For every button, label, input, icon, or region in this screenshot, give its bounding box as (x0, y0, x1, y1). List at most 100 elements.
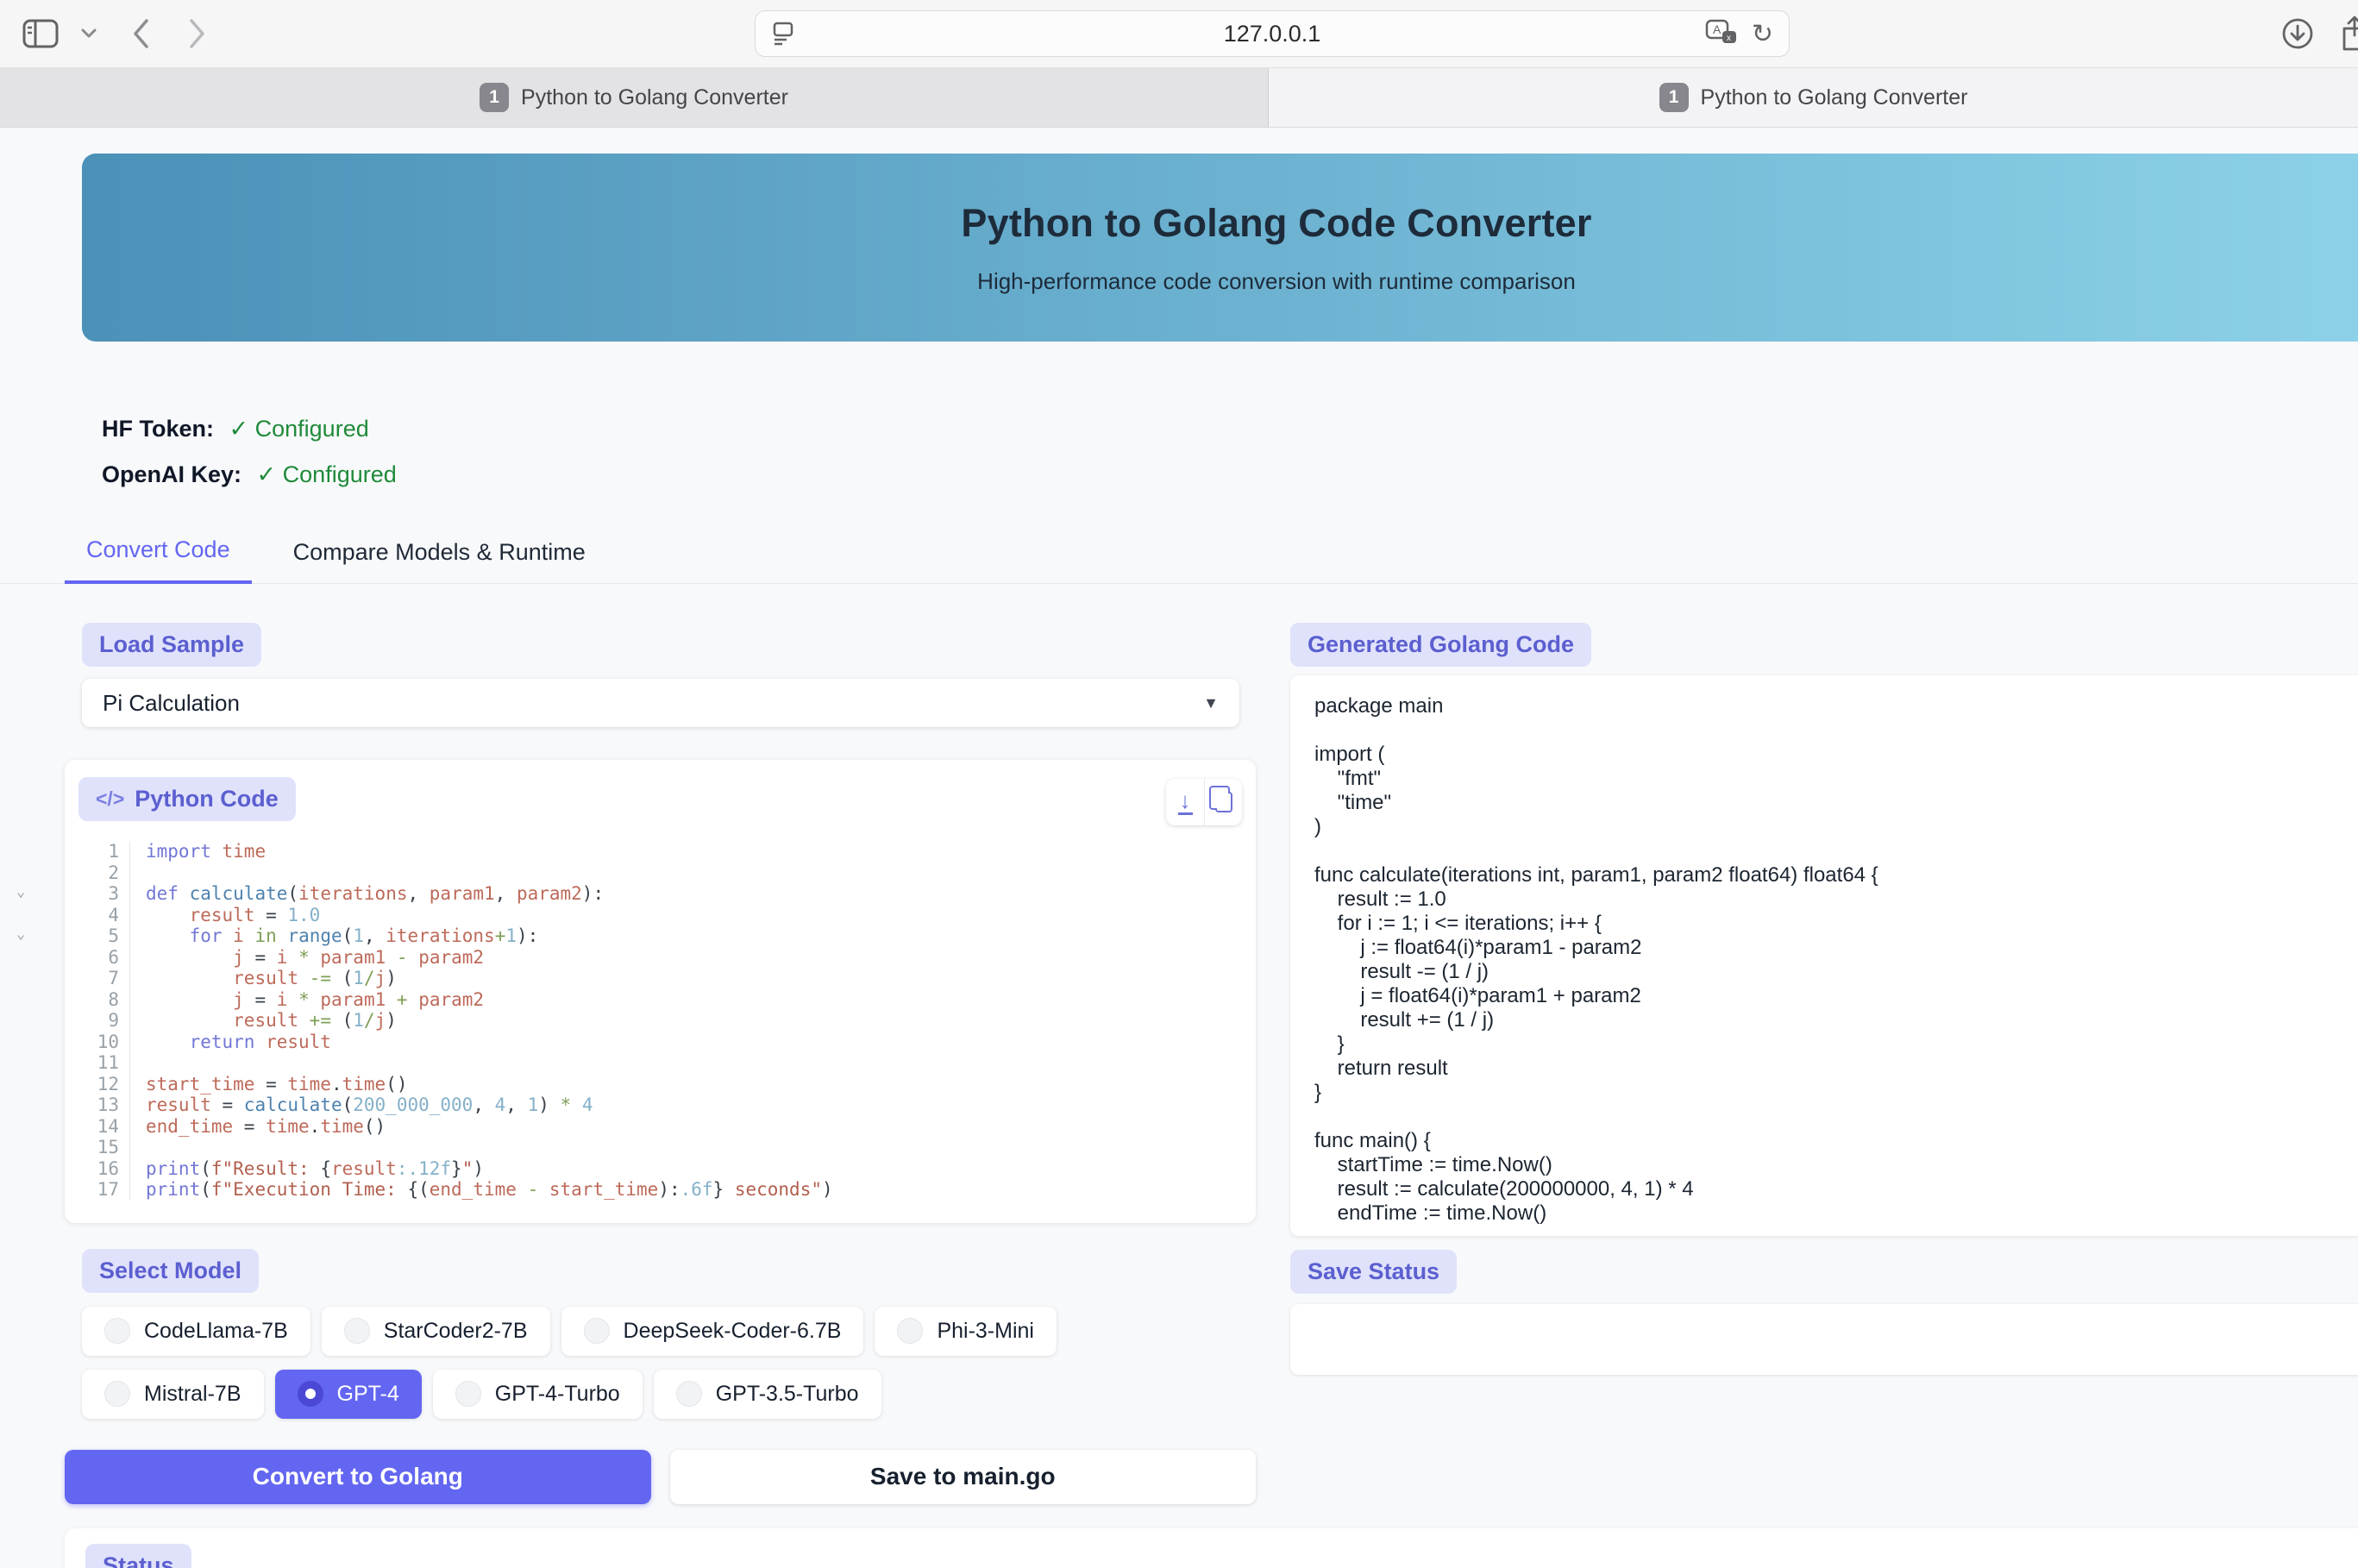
url-text: 127.0.0.1 (756, 21, 1789, 47)
tab-compare-models[interactable]: Compare Models & Runtime (272, 539, 607, 583)
tab-title: Python to Golang Converter (521, 85, 788, 110)
select-model-label: Select Model (82, 1249, 259, 1293)
line-number: 10 (97, 1032, 119, 1052)
line-number: 12 (97, 1074, 119, 1094)
radio-icon (344, 1318, 370, 1344)
sidebar-icon[interactable] (22, 19, 59, 48)
model-option-gpt-4-turbo[interactable]: GPT-4-Turbo (433, 1370, 643, 1419)
forward-icon[interactable] (188, 18, 207, 49)
line-number: 2 (108, 862, 119, 883)
code-line: start_time = time.time() (146, 1074, 833, 1095)
line-number: 17 (97, 1179, 119, 1200)
reload-icon[interactable]: ↻ (1752, 19, 1773, 49)
tab-convert-code[interactable]: Convert Code (65, 536, 252, 584)
sample-select[interactable]: Pi Calculation ▼ (82, 679, 1239, 727)
browser-tab-bar: 1 Python to Golang Converter 1 Python to… (0, 67, 2358, 128)
code-line: def calculate(iterations, param1, param2… (146, 883, 833, 905)
editor-gutter: 12⌄34⌄567891011121314151617 (65, 841, 130, 1201)
openai-key-row: OpenAI Key: ✓ Configured (102, 461, 2358, 488)
tab-count-badge: 1 (480, 83, 509, 112)
model-option-label: GPT-4 (337, 1382, 399, 1407)
line-number: 11 (97, 1052, 119, 1073)
code-icon: </> (96, 787, 124, 811)
model-option-label: DeepSeek-Coder-6.7B (624, 1319, 842, 1344)
model-option-mistral-7b[interactable]: Mistral-7B (82, 1370, 264, 1419)
save-main-go-button[interactable]: Save to main.go (670, 1450, 1257, 1504)
model-option-gpt-4[interactable]: GPT-4 (275, 1370, 422, 1419)
code-line: j = i * param1 + param2 (146, 989, 833, 1011)
radio-icon (897, 1318, 923, 1344)
python-code-label: </> Python Code (78, 777, 296, 821)
page-subtitle: High-performance code conversion with ru… (977, 268, 1576, 295)
code-line: end_time = time.time() (146, 1116, 833, 1138)
model-option-codellama-7b[interactable]: CodeLlama-7B (82, 1307, 310, 1356)
save-status-box (1290, 1304, 2358, 1375)
radio-icon (104, 1318, 130, 1344)
hf-token-row: HF Token: ✓ Configured (102, 416, 2358, 442)
golang-code: package main import ( "fmt" "time" ) fun… (1314, 694, 2358, 1226)
code-line: result += (1/j) (146, 1010, 833, 1032)
address-bar[interactable]: 127.0.0.1 A x ↻ (755, 10, 1790, 57)
fold-arrow-icon[interactable]: ⌄ (9, 881, 61, 903)
line-number: 9 (108, 1010, 119, 1031)
line-number: 5 (108, 925, 119, 946)
python-code-editor[interactable]: 12⌄34⌄567891011121314151617 import time … (65, 841, 1256, 1201)
browser-tab-inactive[interactable]: 1 Python to Golang Converter (1269, 68, 2358, 127)
code-line: return result (146, 1032, 833, 1053)
dropdown-caret-icon: ▼ (1203, 694, 1219, 712)
code-line: import time (146, 841, 833, 862)
code-line: print(f"Result: {result:.12f}") (146, 1158, 833, 1180)
page-content: Python to Golang Code Converter High-per… (0, 128, 2358, 1568)
line-number: 13 (97, 1094, 119, 1115)
model-option-label: CodeLlama-7B (144, 1319, 288, 1344)
app-tabs: Convert Code Compare Models & Runtime (0, 536, 2358, 584)
save-status-label: Save Status (1290, 1250, 1457, 1294)
code-line: result = calculate(200_000_000, 4, 1) * … (146, 1094, 833, 1116)
app-header-banner: Python to Golang Code Converter High-per… (82, 154, 2358, 342)
code-line (146, 1137, 833, 1158)
line-number: 6 (108, 947, 119, 968)
action-buttons: Convert to Golang Save to main.go (65, 1450, 1256, 1504)
code-line: print(f"Execution Time: {(end_time - sta… (146, 1179, 833, 1201)
model-option-gpt-3.5-turbo[interactable]: GPT-3.5-Turbo (654, 1370, 881, 1419)
copy-icon (1215, 792, 1232, 812)
convert-button[interactable]: Convert to Golang (65, 1450, 651, 1504)
code-line: for i in range(1, iterations+1): (146, 925, 833, 947)
line-number: 7 (108, 968, 119, 988)
code-line (146, 1052, 833, 1074)
tab-title: Python to Golang Converter (1701, 85, 1968, 110)
svg-text:A: A (1713, 22, 1721, 36)
sample-select-value: Pi Calculation (103, 690, 240, 717)
chevron-down-icon[interactable] (81, 28, 97, 39)
translate-icon[interactable]: A x (1705, 19, 1738, 48)
copy-code-button[interactable] (1204, 779, 1242, 825)
fold-arrow-icon[interactable]: ⌄ (9, 924, 61, 945)
python-code-panel: </> Python Code ↓ 12⌄34⌄5678910111213141… (65, 760, 1256, 1223)
code-line (146, 862, 833, 884)
line-number: 15 (97, 1137, 119, 1157)
model-option-starcoder2-7b[interactable]: StarCoder2-7B (322, 1307, 550, 1356)
radio-icon (584, 1318, 610, 1344)
generated-golang-label: Generated Golang Code (1290, 623, 1591, 667)
radio-icon (676, 1381, 702, 1407)
model-option-deepseek-coder-6.7b[interactable]: DeepSeek-Coder-6.7B (561, 1307, 864, 1356)
downloads-icon[interactable] (2280, 16, 2315, 51)
back-icon[interactable] (131, 18, 150, 49)
line-number: 4 (108, 905, 119, 925)
model-option-phi-3-mini[interactable]: Phi-3-Mini (875, 1307, 1057, 1356)
line-number: 16 (97, 1158, 119, 1179)
model-option-label: StarCoder2-7B (384, 1319, 528, 1344)
editor-code: import time def calculate(iterations, pa… (130, 841, 833, 1201)
model-option-label: Mistral-7B (144, 1382, 241, 1407)
code-line: result = 1.0 (146, 905, 833, 926)
download-code-button[interactable]: ↓ (1166, 779, 1204, 825)
golang-code-panel[interactable]: package main import ( "fmt" "time" ) fun… (1290, 675, 2358, 1236)
reader-icon[interactable] (771, 19, 795, 48)
share-icon[interactable] (2339, 15, 2358, 53)
load-sample-label: Load Sample (82, 623, 261, 667)
browser-tab-active[interactable]: 1 Python to Golang Converter (0, 68, 1269, 127)
browser-toolbar: 127.0.0.1 A x ↻ (0, 0, 2358, 67)
openai-key-status: ✓ Configured (257, 461, 397, 487)
model-option-label: Phi-3-Mini (937, 1319, 1034, 1344)
model-option-label: GPT-4-Turbo (495, 1382, 620, 1407)
